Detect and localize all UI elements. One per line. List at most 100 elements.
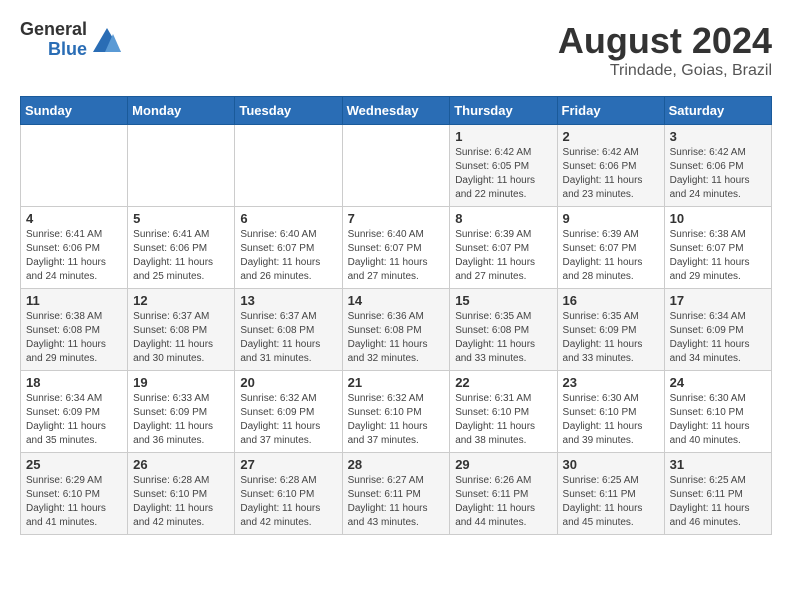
calendar-body: 1 Sunrise: 6:42 AM Sunset: 6:05 PM Daylig…	[21, 125, 772, 535]
day-number: 29	[455, 457, 551, 472]
day-info: Sunrise: 6:37 AM Sunset: 6:08 PM Dayligh…	[133, 310, 229, 366]
calendar-cell	[128, 125, 235, 207]
calendar-week-row: 1 Sunrise: 6:42 AM Sunset: 6:05 PM Daylig…	[21, 125, 772, 207]
day-number: 17	[670, 293, 766, 308]
calendar-header-thursday: Thursday	[450, 97, 557, 125]
day-info: Sunrise: 6:41 AM Sunset: 6:06 PM Dayligh…	[26, 228, 122, 284]
day-number: 11	[26, 293, 122, 308]
calendar-header-friday: Friday	[557, 97, 664, 125]
day-info: Sunrise: 6:34 AM Sunset: 6:09 PM Dayligh…	[26, 392, 122, 448]
day-info: Sunrise: 6:37 AM Sunset: 6:08 PM Dayligh…	[240, 310, 336, 366]
calendar-cell: 13 Sunrise: 6:37 AM Sunset: 6:08 PM Dayli…	[235, 289, 342, 371]
calendar-week-row: 25 Sunrise: 6:29 AM Sunset: 6:10 PM Dayli…	[21, 453, 772, 535]
calendar-cell: 8Sunrise: 6:39 AM Sunset: 6:07 PM Daylig…	[450, 207, 557, 289]
day-info: Sunrise: 6:41 AM Sunset: 6:06 PM Dayligh…	[133, 228, 229, 284]
day-number: 13	[240, 293, 336, 308]
calendar-cell: 12 Sunrise: 6:37 AM Sunset: 6:08 PM Dayli…	[128, 289, 235, 371]
calendar-cell: 23 Sunrise: 6:30 AM Sunset: 6:10 PM Dayli…	[557, 371, 664, 453]
day-info: Sunrise: 6:25 AM Sunset: 6:11 PM Dayligh…	[670, 474, 766, 530]
calendar-cell: 25 Sunrise: 6:29 AM Sunset: 6:10 PM Dayli…	[21, 453, 128, 535]
day-info: Sunrise: 6:42 AM Sunset: 6:06 PM Dayligh…	[563, 146, 659, 202]
calendar-header-monday: Monday	[128, 97, 235, 125]
day-info: Sunrise: 6:40 AM Sunset: 6:07 PM Dayligh…	[240, 228, 336, 284]
day-number: 15	[455, 293, 551, 308]
calendar-cell: 27Sunrise: 6:28 AM Sunset: 6:10 PM Dayli…	[235, 453, 342, 535]
logo: General Blue	[20, 20, 123, 60]
calendar-cell: 10 Sunrise: 6:38 AM Sunset: 6:07 PM Dayli…	[664, 207, 771, 289]
day-info: Sunrise: 6:38 AM Sunset: 6:07 PM Dayligh…	[670, 228, 766, 284]
day-info: Sunrise: 6:35 AM Sunset: 6:09 PM Dayligh…	[563, 310, 659, 366]
day-info: Sunrise: 6:27 AM Sunset: 6:11 PM Dayligh…	[348, 474, 445, 530]
calendar-cell: 22Sunrise: 6:31 AM Sunset: 6:10 PM Dayli…	[450, 371, 557, 453]
day-info: Sunrise: 6:28 AM Sunset: 6:10 PM Dayligh…	[133, 474, 229, 530]
day-number: 16	[563, 293, 659, 308]
calendar-cell: 11 Sunrise: 6:38 AM Sunset: 6:08 PM Dayli…	[21, 289, 128, 371]
day-info: Sunrise: 6:35 AM Sunset: 6:08 PM Dayligh…	[455, 310, 551, 366]
calendar-cell: 14Sunrise: 6:36 AM Sunset: 6:08 PM Dayli…	[342, 289, 450, 371]
day-info: Sunrise: 6:36 AM Sunset: 6:08 PM Dayligh…	[348, 310, 445, 366]
day-number: 21	[348, 375, 445, 390]
day-info: Sunrise: 6:39 AM Sunset: 6:07 PM Dayligh…	[455, 228, 551, 284]
day-number: 30	[563, 457, 659, 472]
calendar-cell: 17 Sunrise: 6:34 AM Sunset: 6:09 PM Dayli…	[664, 289, 771, 371]
day-info: Sunrise: 6:30 AM Sunset: 6:10 PM Dayligh…	[563, 392, 659, 448]
day-number: 23	[563, 375, 659, 390]
day-info: Sunrise: 6:42 AM Sunset: 6:06 PM Dayligh…	[670, 146, 766, 202]
logo-general: General	[20, 20, 87, 40]
calendar-cell: 5Sunrise: 6:41 AM Sunset: 6:06 PM Daylig…	[128, 207, 235, 289]
day-info: Sunrise: 6:30 AM Sunset: 6:10 PM Dayligh…	[670, 392, 766, 448]
calendar-cell: 21 Sunrise: 6:32 AM Sunset: 6:10 PM Dayli…	[342, 371, 450, 453]
calendar-header-saturday: Saturday	[664, 97, 771, 125]
day-number: 3	[670, 129, 766, 144]
calendar-week-row: 11 Sunrise: 6:38 AM Sunset: 6:08 PM Dayli…	[21, 289, 772, 371]
logo-blue: Blue	[48, 40, 87, 60]
day-info: Sunrise: 6:32 AM Sunset: 6:09 PM Dayligh…	[240, 392, 336, 448]
month-title: August 2024	[558, 20, 772, 62]
day-number: 2	[563, 129, 659, 144]
day-info: Sunrise: 6:29 AM Sunset: 6:10 PM Dayligh…	[26, 474, 122, 530]
calendar-table: SundayMondayTuesdayWednesdayThursdayFrid…	[20, 96, 772, 535]
day-number: 7	[348, 211, 445, 226]
calendar-cell: 3 Sunrise: 6:42 AM Sunset: 6:06 PM Daylig…	[664, 125, 771, 207]
day-number: 1	[455, 129, 551, 144]
calendar-header-wednesday: Wednesday	[342, 97, 450, 125]
day-number: 24	[670, 375, 766, 390]
day-number: 28	[348, 457, 445, 472]
calendar-cell: 26Sunrise: 6:28 AM Sunset: 6:10 PM Dayli…	[128, 453, 235, 535]
calendar-cell: 15 Sunrise: 6:35 AM Sunset: 6:08 PM Dayli…	[450, 289, 557, 371]
calendar-cell: 18 Sunrise: 6:34 AM Sunset: 6:09 PM Dayli…	[21, 371, 128, 453]
day-number: 18	[26, 375, 122, 390]
day-info: Sunrise: 6:32 AM Sunset: 6:10 PM Dayligh…	[348, 392, 445, 448]
day-number: 27	[240, 457, 336, 472]
calendar-cell: 24 Sunrise: 6:30 AM Sunset: 6:10 PM Dayli…	[664, 371, 771, 453]
day-number: 22	[455, 375, 551, 390]
calendar-cell: 31Sunrise: 6:25 AM Sunset: 6:11 PM Dayli…	[664, 453, 771, 535]
location-title: Trindade, Goias, Brazil	[558, 62, 772, 80]
day-info: Sunrise: 6:33 AM Sunset: 6:09 PM Dayligh…	[133, 392, 229, 448]
calendar-cell: 6Sunrise: 6:40 AM Sunset: 6:07 PM Daylig…	[235, 207, 342, 289]
calendar-header-tuesday: Tuesday	[235, 97, 342, 125]
calendar-cell: 28 Sunrise: 6:27 AM Sunset: 6:11 PM Dayli…	[342, 453, 450, 535]
calendar-cell: 2 Sunrise: 6:42 AM Sunset: 6:06 PM Daylig…	[557, 125, 664, 207]
day-info: Sunrise: 6:26 AM Sunset: 6:11 PM Dayligh…	[455, 474, 551, 530]
calendar-cell: 19 Sunrise: 6:33 AM Sunset: 6:09 PM Dayli…	[128, 371, 235, 453]
calendar-header-row: SundayMondayTuesdayWednesdayThursdayFrid…	[21, 97, 772, 125]
day-info: Sunrise: 6:42 AM Sunset: 6:05 PM Dayligh…	[455, 146, 551, 202]
calendar-header-sunday: Sunday	[21, 97, 128, 125]
calendar-cell: 29 Sunrise: 6:26 AM Sunset: 6:11 PM Dayli…	[450, 453, 557, 535]
day-number: 19	[133, 375, 229, 390]
day-info: Sunrise: 6:38 AM Sunset: 6:08 PM Dayligh…	[26, 310, 122, 366]
header: General Blue August 2024 Trindade, Goias…	[20, 20, 772, 80]
day-number: 4	[26, 211, 122, 226]
day-number: 25	[26, 457, 122, 472]
day-number: 12	[133, 293, 229, 308]
calendar-cell: 30 Sunrise: 6:25 AM Sunset: 6:11 PM Dayli…	[557, 453, 664, 535]
day-info: Sunrise: 6:25 AM Sunset: 6:11 PM Dayligh…	[563, 474, 659, 530]
day-info: Sunrise: 6:34 AM Sunset: 6:09 PM Dayligh…	[670, 310, 766, 366]
day-number: 20	[240, 375, 336, 390]
day-number: 10	[670, 211, 766, 226]
calendar-week-row: 18 Sunrise: 6:34 AM Sunset: 6:09 PM Dayli…	[21, 371, 772, 453]
day-number: 9	[563, 211, 659, 226]
calendar-cell: 20 Sunrise: 6:32 AM Sunset: 6:09 PM Dayli…	[235, 371, 342, 453]
calendar-cell	[21, 125, 128, 207]
